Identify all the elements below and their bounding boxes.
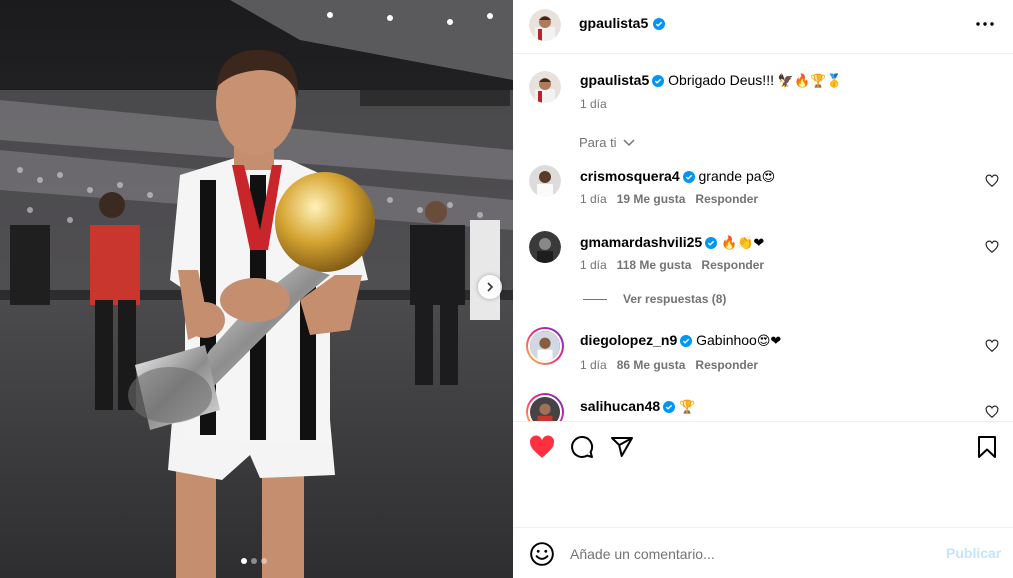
comment-time: 1 día [580, 258, 607, 272]
author-username[interactable]: gpaulista5 [579, 15, 648, 31]
commenter-avatar-story[interactable] [526, 327, 564, 365]
caption-body: Obrigado Deus!!! [668, 72, 774, 88]
reply-button[interactable]: Responder [695, 192, 758, 206]
comment-username[interactable]: gmamardashvili25 [580, 234, 702, 250]
reply-button[interactable]: Responder [701, 258, 764, 272]
publish-button[interactable]: Publicar [946, 545, 1001, 561]
sort-label: Para ti [579, 135, 617, 150]
comment-heart-icon[interactable] [985, 339, 999, 353]
share-button[interactable] [609, 434, 635, 460]
commenter-avatar[interactable] [529, 231, 561, 263]
comment-body: Gabinhoo [696, 332, 757, 348]
comment-heart-icon[interactable] [985, 174, 999, 188]
caption-avatar[interactable] [529, 71, 561, 103]
view-replies-label: Ver respuestas (8) [623, 292, 727, 306]
comments-list[interactable]: gpaulista5 Obrigado Deus!!! 🦅🔥🏆🥇 1 día P… [513, 55, 1013, 421]
caption-emojis: 🦅🔥🏆🥇 [777, 74, 843, 89]
caption-username[interactable]: gpaulista5 [580, 72, 649, 88]
post-photo [0, 0, 513, 578]
share-icon [611, 437, 633, 457]
verified-badge-icon [682, 169, 695, 187]
comment-username[interactable]: crismosquera4 [580, 168, 680, 184]
verified-badge-icon [663, 399, 676, 417]
verified-badge-icon [652, 73, 665, 91]
comment-text: diegolopez_n9 Gabinhoo😍❤ [580, 331, 781, 351]
bookmark-icon [978, 436, 996, 458]
comment-time: 1 día [580, 358, 607, 372]
like-button[interactable] [529, 434, 555, 460]
reply-button[interactable]: Responder [695, 358, 758, 372]
comment-body: grande pa [698, 168, 762, 184]
heart-icon [529, 435, 555, 458]
verified-badge-icon [680, 333, 693, 351]
view-replies-button[interactable]: Ver respuestas (8) [583, 292, 726, 306]
comment-username[interactable]: salihucan48 [580, 398, 660, 414]
comment-meta: 1 día 19 Me gusta Responder [580, 192, 758, 206]
caption-time: 1 día [580, 97, 607, 111]
save-button[interactable] [974, 434, 1000, 460]
comment-likes[interactable]: 19 Me gusta [617, 192, 686, 206]
carousel-dot [261, 558, 267, 564]
verified-badge-icon [705, 235, 718, 253]
post-sidebar: gpaulista5 gpaulista5 Obrigado Deus!!! 🦅… [513, 0, 1013, 578]
sort-comments-dropdown[interactable]: Para ti [579, 135, 635, 150]
comment-composer: Publicar [513, 527, 1013, 578]
comment-text: gmamardashvili25 🔥👏❤ [580, 233, 764, 253]
comment-row: diegolopez_n9 Gabinhoo😍❤ 1 día 86 Me gust… [513, 327, 1013, 383]
commenter-avatar[interactable] [529, 165, 561, 197]
caption-row: gpaulista5 Obrigado Deus!!! 🦅🔥🏆🥇 1 día [513, 67, 1013, 127]
comment-emojis: 🔥👏❤ [721, 236, 765, 251]
comment-emojis: 🏆 [679, 400, 696, 415]
commenter-avatar-story[interactable] [526, 393, 564, 421]
comment-meta: 1 día 118 Me gusta Responder [580, 258, 764, 272]
chevron-down-icon [623, 138, 635, 146]
post-header: gpaulista5 [513, 0, 1013, 54]
more-options-icon [976, 22, 994, 26]
comment-likes[interactable]: 118 Me gusta [617, 258, 692, 272]
author-avatar[interactable] [529, 9, 561, 41]
comment-username[interactable]: diegolopez_n9 [580, 332, 677, 348]
verified-badge-icon [653, 17, 665, 33]
comment-text: crismosquera4 grande pa😍 [580, 167, 775, 187]
comment-row: crismosquera4 grande pa😍 1 día 19 Me gust… [513, 163, 1013, 219]
comment-button[interactable] [569, 434, 595, 460]
emoji-icon[interactable] [529, 541, 555, 567]
caption-text: gpaulista5 Obrigado Deus!!! 🦅🔥🏆🥇 [580, 71, 843, 91]
comment-input[interactable] [570, 544, 930, 564]
post-media[interactable] [0, 0, 513, 578]
comment-text: salihucan48 🏆 [580, 397, 695, 417]
carousel-next-button[interactable] [478, 275, 502, 299]
comment-likes[interactable]: 86 Me gusta [617, 358, 686, 372]
comment-heart-icon[interactable] [985, 405, 999, 419]
carousel-dot [251, 558, 257, 564]
comment-row: gmamardashvili25 🔥👏❤ 1 día 118 Me gusta Re… [513, 229, 1013, 285]
comment-meta: 1 día 86 Me gusta Responder [580, 358, 758, 372]
carousel-indicator [241, 558, 267, 564]
post-actions [513, 421, 1013, 527]
comment-heart-icon[interactable] [985, 240, 999, 254]
more-options-button[interactable] [974, 13, 996, 35]
carousel-dot-active [241, 558, 247, 564]
chevron-right-icon [487, 282, 494, 292]
comment-emojis: 😍 [761, 170, 776, 185]
comment-time: 1 día [580, 192, 607, 206]
comment-row: salihucan48 🏆 [513, 393, 1013, 421]
comment-emojis: 😍❤ [756, 334, 782, 349]
comment-icon [571, 436, 594, 458]
replies-divider [583, 298, 607, 300]
